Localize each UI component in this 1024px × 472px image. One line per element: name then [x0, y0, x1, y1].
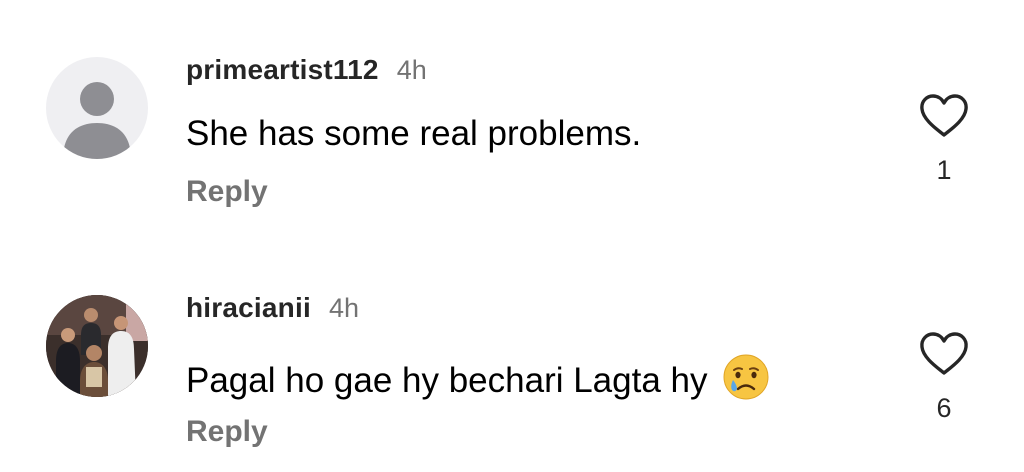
avatar[interactable]	[46, 295, 148, 397]
username[interactable]: primeartist112	[186, 54, 379, 86]
comment-item: hiracianii 4h Pagal ho gae hy bechari La…	[0, 236, 1024, 472]
comment-text: She has some real problems.	[186, 114, 642, 153]
default-person-icon	[63, 82, 131, 159]
comment-text-row: Pagal ho gae hy bechari Lagta hy	[186, 352, 771, 402]
crying-face-emoji-icon	[723, 354, 769, 400]
like-column: 1	[918, 93, 970, 186]
timestamp: 4h	[396, 55, 427, 85]
like-count: 6	[936, 393, 952, 423]
timestamp: 4h	[328, 293, 359, 323]
reply-button[interactable]: Reply	[186, 175, 268, 209]
username[interactable]: hiracianii	[186, 292, 311, 324]
reply-button[interactable]: Reply	[186, 415, 268, 449]
avatar[interactable]	[46, 57, 148, 159]
group-photo-avatar	[46, 295, 148, 397]
heart-icon[interactable]	[918, 93, 970, 139]
comment-text: Pagal ho gae hy bechari Lagta hy	[186, 361, 708, 400]
heart-icon[interactable]	[918, 331, 970, 377]
like-count: 1	[936, 155, 952, 185]
like-column: 6	[918, 331, 970, 424]
comment-item: primeartist112 4h She has some real prob…	[0, 0, 1024, 236]
comment-header: primeartist112 4h	[186, 54, 427, 86]
comment-header: hiracianii 4h	[186, 292, 359, 324]
